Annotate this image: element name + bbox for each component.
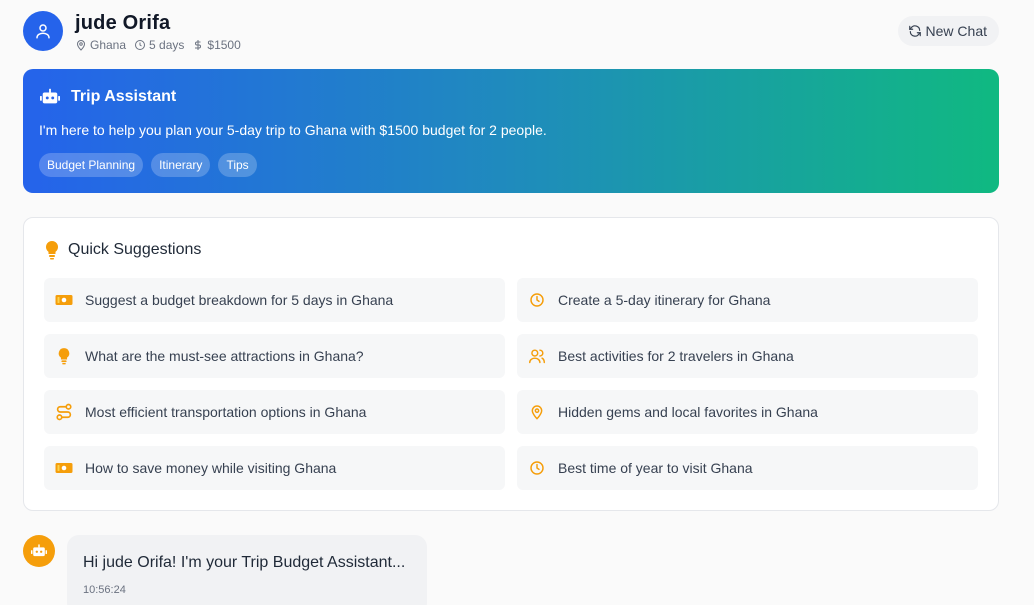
quick-suggestions-card: Quick Suggestions Suggest a budget break… xyxy=(23,217,999,511)
suggestion-item[interactable]: Most efficient transportation options in… xyxy=(44,390,505,434)
suggestion-item[interactable]: Hidden gems and local favorites in Ghana xyxy=(517,390,978,434)
banner-description: I'm here to help you plan your 5-day tri… xyxy=(39,122,547,138)
clock-icon xyxy=(528,291,546,309)
message-timestamp: 10:56:24 xyxy=(83,584,126,596)
header: jude Orifa Ghana 5 days $1500 New Chat xyxy=(23,10,999,54)
user-icon xyxy=(36,24,50,39)
clock-icon xyxy=(528,459,546,477)
dollar-icon xyxy=(195,40,202,50)
lightbulb-icon xyxy=(45,240,59,260)
suggestions-title: Quick Suggestions xyxy=(68,241,202,258)
users-icon xyxy=(528,347,546,365)
lightbulb-icon xyxy=(55,347,73,365)
bot-icon xyxy=(31,544,47,557)
suggestion-item[interactable]: What are the must-see attractions in Gha… xyxy=(44,334,505,378)
suggestion-item[interactable]: Create a 5-day itinerary for Ghana xyxy=(517,278,978,322)
refresh-icon xyxy=(908,25,921,37)
duration-label: 5 days xyxy=(149,38,185,52)
banner-title-row: Trip Assistant xyxy=(39,87,176,107)
assistant-message-text: Hi jude Orifa! I'm your Trip Budget Assi… xyxy=(83,554,406,571)
chip-itinerary[interactable]: Itinerary xyxy=(151,153,211,177)
bot-avatar xyxy=(23,535,55,567)
bot-icon xyxy=(40,88,60,104)
suggestion-label: Create a 5-day itinerary for Ghana xyxy=(558,292,771,308)
assistant-message-bubble: Hi jude Orifa! I'm your Trip Budget Assi… xyxy=(67,535,427,605)
suggestion-item[interactable]: Suggest a budget breakdown for 5 days in… xyxy=(44,278,505,322)
suggestion-item[interactable]: Best activities for 2 travelers in Ghana xyxy=(517,334,978,378)
banner-title: Trip Assistant xyxy=(71,88,177,105)
meta-duration: 5 days xyxy=(134,38,184,52)
banner-chips: Budget Planning Itinerary Tips xyxy=(39,153,257,177)
suggestion-label: How to save money while visiting Ghana xyxy=(85,460,337,476)
user-name: jude Orifa xyxy=(75,12,171,34)
new-chat-label: New Chat xyxy=(925,23,987,39)
suggestion-label: Hidden gems and local favorites in Ghana xyxy=(558,404,818,420)
clock-icon xyxy=(135,40,146,50)
new-chat-button[interactable]: New Chat xyxy=(897,16,999,46)
chip-budget-planning[interactable]: Budget Planning xyxy=(39,153,144,177)
budget-label: $1500 xyxy=(207,38,241,52)
money-icon xyxy=(55,291,73,309)
meta-budget: $1500 xyxy=(192,38,241,52)
map-pin-icon xyxy=(76,40,86,51)
meta-country: Ghana xyxy=(75,38,126,52)
chip-tips[interactable]: Tips xyxy=(218,153,257,177)
trip-meta: Ghana 5 days $1500 xyxy=(75,38,241,52)
suggestion-label: Suggest a budget breakdown for 5 days in… xyxy=(85,292,394,308)
map-pin-icon xyxy=(528,403,546,421)
suggestions-header: Quick Suggestions xyxy=(44,240,201,260)
user-avatar xyxy=(23,11,63,51)
suggestion-label: Best activities for 2 travelers in Ghana xyxy=(558,348,794,364)
country-label: Ghana xyxy=(90,38,127,52)
suggestion-label: What are the must-see attractions in Gha… xyxy=(85,348,364,364)
money-icon xyxy=(55,459,73,477)
suggestions-grid: Suggest a budget breakdown for 5 days in… xyxy=(44,278,978,490)
suggestion-item[interactable]: How to save money while visiting Ghana xyxy=(44,446,505,490)
route-icon xyxy=(55,403,73,421)
suggestion-item[interactable]: Best time of year to visit Ghana xyxy=(517,446,978,490)
trip-assistant-banner: Trip Assistant I'm here to help you plan… xyxy=(23,69,999,193)
suggestion-label: Most efficient transportation options in… xyxy=(85,404,367,420)
suggestion-label: Best time of year to visit Ghana xyxy=(558,460,753,476)
